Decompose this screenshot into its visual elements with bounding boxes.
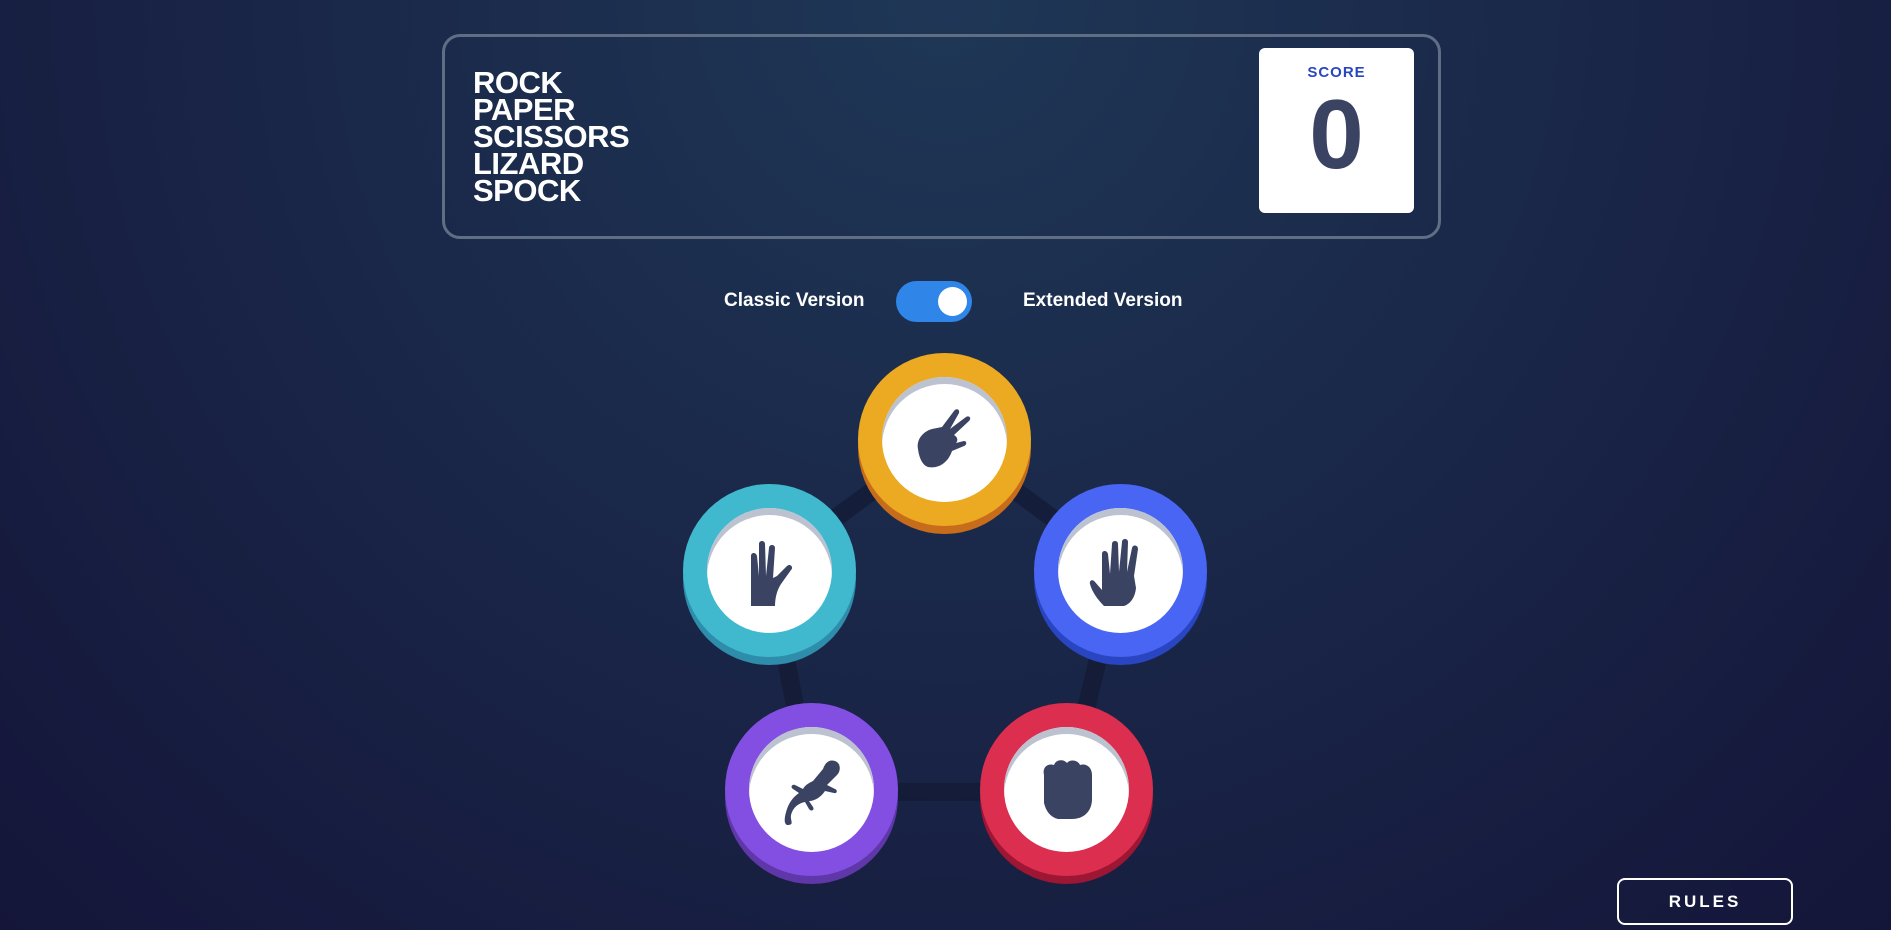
scissors-inner <box>882 377 1007 502</box>
paper-choice-button[interactable] <box>1034 484 1207 660</box>
lizard-icon <box>784 760 840 825</box>
spock-choice-button[interactable] <box>683 484 856 660</box>
scissors-choice-button[interactable] <box>858 353 1031 529</box>
spock-hand-icon <box>751 541 793 606</box>
rock-inner <box>1004 727 1129 852</box>
paper-inner <box>1058 508 1183 633</box>
rules-button[interactable]: RULES <box>1617 878 1793 925</box>
paper-hand-icon <box>1089 539 1138 606</box>
spock-inner <box>707 508 832 633</box>
scissors-hand-icon <box>917 409 971 468</box>
lizard-inner <box>749 727 874 852</box>
game-board <box>0 0 1891 930</box>
rock-hand-icon <box>1043 760 1092 819</box>
lizard-choice-button[interactable] <box>725 703 898 879</box>
rock-choice-button[interactable] <box>980 703 1153 879</box>
